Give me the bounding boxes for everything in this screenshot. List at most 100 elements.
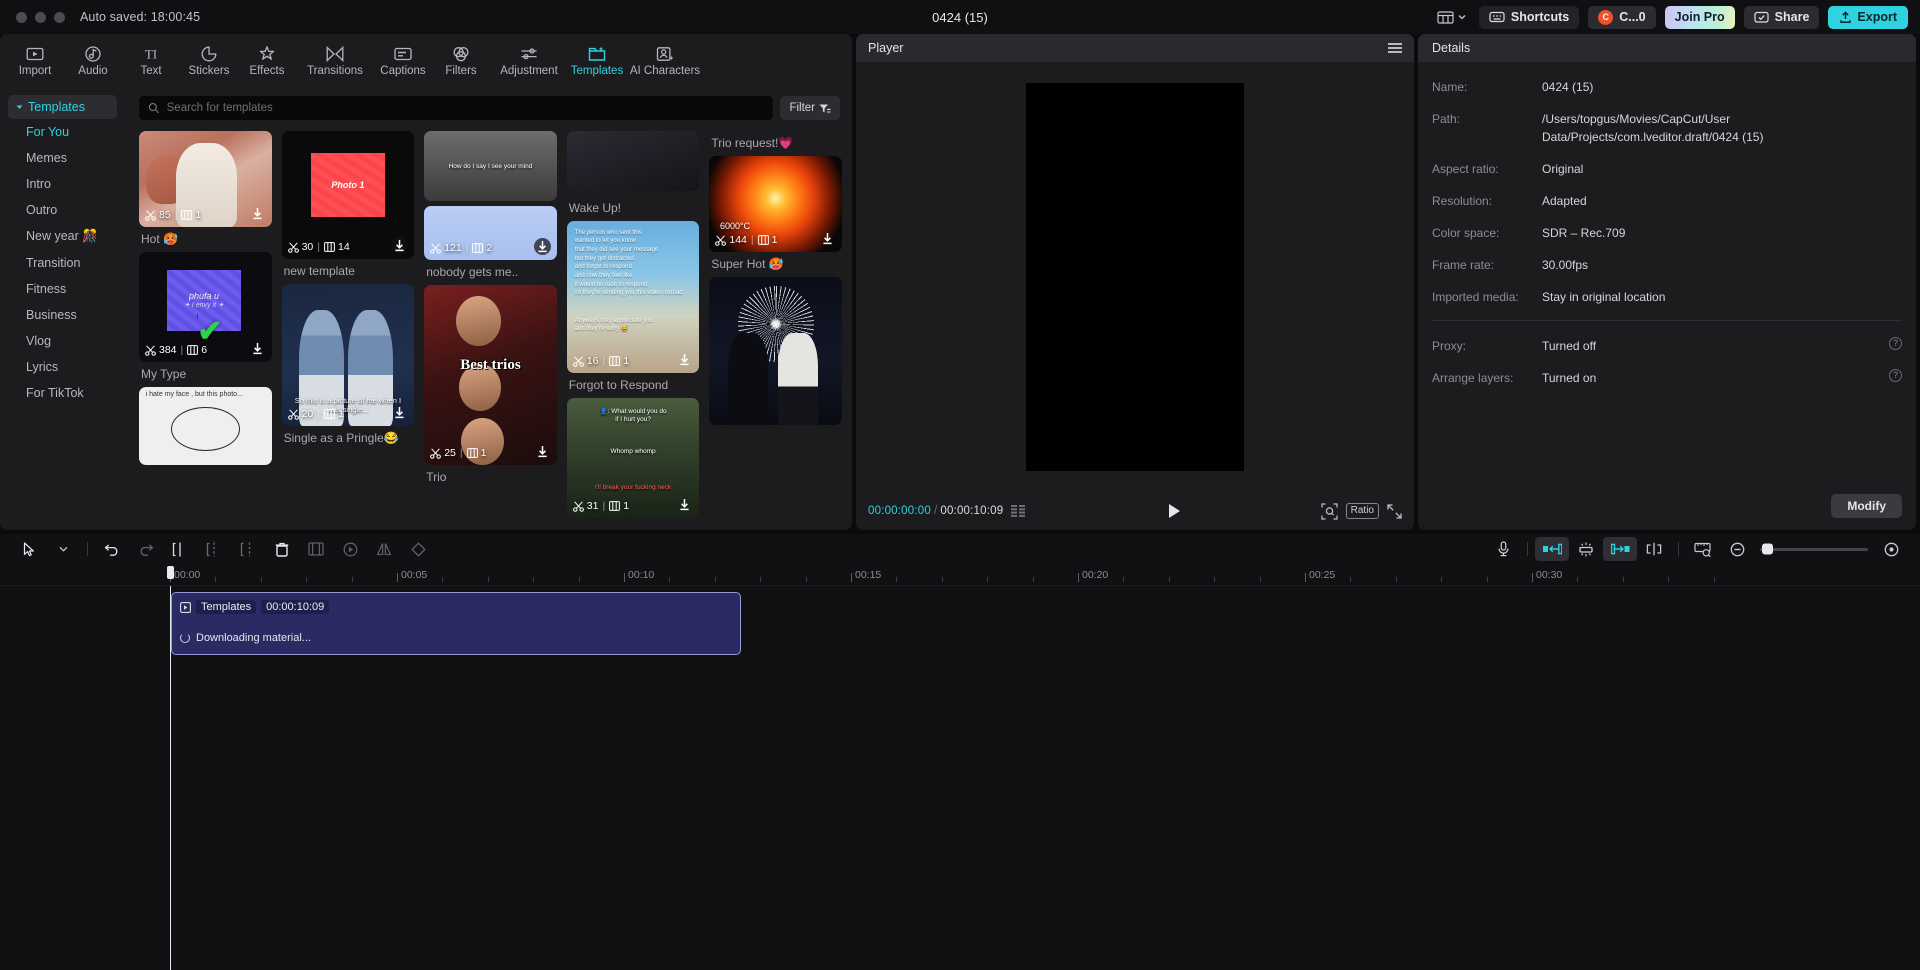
select-tool-button[interactable] xyxy=(12,537,46,561)
template-card[interactable]: 121 | 2 nobody gets me.. xyxy=(424,206,557,280)
template-thumbnail[interactable]: The person who sent this wanted to let yo… xyxy=(566,221,700,373)
sidebar-header-templates[interactable]: Templates xyxy=(8,95,117,119)
shortcuts-button[interactable]: Shortcuts xyxy=(1478,5,1580,29)
template-card[interactable]: 85 | 1 Hot 🥵 xyxy=(139,131,272,247)
template-download-button[interactable] xyxy=(819,230,836,247)
template-thumbnail[interactable]: i hate my face , but this photo... xyxy=(139,387,272,465)
template-download-button[interactable] xyxy=(534,443,551,460)
detail-toggle-row[interactable]: Proxy: Turned off? xyxy=(1432,337,1902,355)
undo-button[interactable] xyxy=(95,537,129,561)
join-pro-button[interactable]: Join Pro xyxy=(1664,5,1735,29)
template-thumbnail[interactable]: 👤: What would you do if I hurt you? Whomp … xyxy=(566,398,700,518)
template-card[interactable]: The person who sent this wanted to let yo… xyxy=(566,221,700,393)
toolbar-item-audio[interactable]: Audio xyxy=(64,44,122,77)
play-button[interactable] xyxy=(1167,503,1182,519)
zoom-in-button[interactable] xyxy=(1874,537,1908,561)
template-card[interactable]: 👤: What would you do if I hurt you? Whomp … xyxy=(566,398,700,518)
template-card[interactable]: phufa u✦ I envy it ✦✔384|6My Type xyxy=(139,252,272,382)
sidebar-item-intro[interactable]: Intro xyxy=(8,171,125,197)
template-thumbnail[interactable] xyxy=(566,131,700,191)
template-thumbnail[interactable]: So this is a picture of me when I was si… xyxy=(281,284,415,426)
layout-switcher-button[interactable] xyxy=(1433,7,1470,27)
auto-adjust-button[interactable] xyxy=(1569,537,1603,561)
template-thumbnail[interactable]: 121 | 2 xyxy=(424,206,557,260)
template-grid[interactable]: 85|1Hot 🥵phufa u✦ I envy it ✦✔384|6My Ty… xyxy=(129,127,852,530)
trim-start-button[interactable] xyxy=(197,537,231,561)
toolbar-item-import[interactable]: Import xyxy=(6,44,64,77)
minimize-window-button[interactable] xyxy=(35,11,46,23)
zoom-fit-icon[interactable] xyxy=(1321,502,1338,520)
share-button[interactable]: Share xyxy=(1743,5,1820,29)
template-thumbnail[interactable]: phufa u✦ I envy it ✦✔384|6 xyxy=(139,252,272,362)
toolbar-item-adjustment[interactable]: Adjustment xyxy=(490,44,568,77)
trim-end-button[interactable] xyxy=(231,537,265,561)
template-download-button[interactable] xyxy=(676,496,693,513)
sidebar-item-for-tiktok[interactable]: For TikTok xyxy=(8,380,125,406)
template-download-button[interactable] xyxy=(391,237,409,254)
player-menu-button[interactable] xyxy=(1388,43,1402,53)
storyboard-icon[interactable] xyxy=(1011,505,1028,517)
template-thumbnail[interactable] xyxy=(709,277,842,425)
template-thumbnail[interactable]: 85 | 1 xyxy=(139,131,272,227)
crop-button[interactable] xyxy=(299,537,333,561)
help-icon[interactable]: ? xyxy=(1889,337,1902,350)
template-download-button[interactable] xyxy=(391,404,408,421)
template-card[interactable]: i hate my face , but this photo... xyxy=(139,387,272,465)
sidebar-item-fitness[interactable]: Fitness xyxy=(8,276,125,302)
template-card[interactable]: 6000°C 144 | 1 Super Hot 🥵 xyxy=(709,156,842,272)
record-voiceover-button[interactable] xyxy=(1486,537,1520,561)
zoom-out-button[interactable] xyxy=(1720,537,1754,561)
template-card[interactable]: Best trios 25 | 1 Trio xyxy=(424,285,557,485)
ratio-button[interactable]: Ratio xyxy=(1345,503,1379,519)
playhead-handle[interactable] xyxy=(167,566,174,579)
toolbar-item-text[interactable]: TI Text xyxy=(122,44,180,78)
toolbar-item-templates[interactable]: Templates xyxy=(568,44,626,77)
toolbar-item-filters[interactable]: Filters xyxy=(432,44,490,77)
playhead[interactable] xyxy=(170,586,171,970)
delete-button[interactable] xyxy=(265,537,299,561)
player-stage[interactable] xyxy=(856,62,1414,492)
split-button[interactable] xyxy=(163,537,197,561)
zoom-slider-knob[interactable] xyxy=(1762,543,1773,555)
toolbar-item-captions[interactable]: Captions xyxy=(374,44,432,77)
timeline-tracks[interactable]: Templates 00:00:10:09 Downloading materi… xyxy=(170,586,1920,970)
template-card[interactable]: How do I say I see your mind xyxy=(424,131,557,201)
sidebar-item-memes[interactable]: Memes xyxy=(8,145,125,171)
template-thumbnail[interactable]: Best trios 25 | 1 xyxy=(424,285,557,465)
search-input[interactable] xyxy=(166,102,765,114)
toolbar-item-stickers[interactable]: Stickers xyxy=(180,44,238,77)
sidebar-item-outro[interactable]: Outro xyxy=(8,197,125,223)
template-card[interactable] xyxy=(566,131,700,191)
select-tool-dropdown[interactable] xyxy=(46,537,80,561)
preview-canvas[interactable] xyxy=(1026,83,1244,471)
template-card[interactable]: Wake Up! xyxy=(567,196,700,216)
freeze-frame-button[interactable] xyxy=(333,537,367,561)
mirror-button[interactable] xyxy=(367,537,401,561)
account-button[interactable]: C C...0 xyxy=(1588,5,1656,29)
template-download-button[interactable] xyxy=(249,205,266,222)
timeline-preview-button[interactable] xyxy=(1686,537,1720,561)
close-window-button[interactable] xyxy=(16,11,27,23)
fullscreen-icon[interactable] xyxy=(1387,503,1402,519)
template-download-button[interactable] xyxy=(533,238,551,255)
template-card[interactable]: Photo 1 30 | 14 new template xyxy=(281,131,415,279)
window-controls[interactable]: Auto saved: 18:00:45 xyxy=(0,10,200,24)
template-download-button[interactable] xyxy=(676,351,693,368)
toolbar-item-effects[interactable]: Effects xyxy=(238,44,296,77)
snap-right-button[interactable] xyxy=(1603,537,1637,561)
modify-button[interactable]: Modify xyxy=(1831,494,1902,518)
detail-toggle-row[interactable]: Arrange layers: Turned on? xyxy=(1432,369,1902,387)
toolbar-item-transitions[interactable]: Transitions xyxy=(296,44,374,77)
toolbar-item-ai-characters[interactable]: AI Characters xyxy=(626,44,704,77)
sidebar-item-new-year[interactable]: New year 🎊 xyxy=(8,223,125,250)
template-thumbnail[interactable]: Photo 1 30 | 14 xyxy=(281,131,415,259)
sidebar-item-transition[interactable]: Transition xyxy=(8,250,125,276)
template-card[interactable] xyxy=(709,277,842,425)
rotate-button[interactable] xyxy=(401,537,435,561)
link-clips-button[interactable] xyxy=(1637,537,1671,561)
template-thumbnail[interactable]: How do I say I see your mind xyxy=(424,131,557,201)
redo-button[interactable] xyxy=(129,537,163,561)
template-download-button[interactable] xyxy=(249,340,266,357)
filter-button[interactable]: Filter xyxy=(780,96,840,120)
sidebar-item-vlog[interactable]: Vlog xyxy=(8,328,125,354)
